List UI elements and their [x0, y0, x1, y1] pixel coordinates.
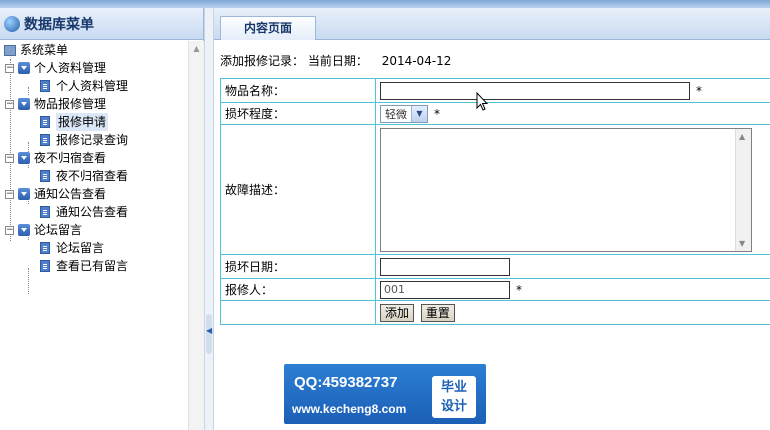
scroll-up-icon[interactable]: ▲: [191, 43, 202, 54]
folder-icon: [18, 152, 30, 164]
top-strip: [0, 0, 770, 8]
tree-group-label: 夜不归宿查看: [34, 151, 107, 165]
tree-group-personal[interactable]: − 个人资料管理: [5, 59, 106, 77]
required-mark: *: [516, 282, 522, 297]
collapse-left-icon[interactable]: ◀: [206, 326, 212, 335]
tree-item-label: 报修记录查询: [56, 133, 129, 147]
left-menu-panel: 数据库菜单 系统菜单 − 个人资料管理 个人资料管理 − 物品报修管理 报修申请…: [0, 8, 204, 430]
chevron-down-icon[interactable]: ▼: [411, 105, 427, 122]
collapse-icon[interactable]: −: [5, 153, 14, 163]
actions-label-cell: [220, 300, 376, 325]
tab-content-page[interactable]: 内容页面: [220, 16, 316, 40]
folder-icon: [18, 98, 30, 110]
folder-icon: [18, 62, 30, 74]
damage-level-select[interactable]: 轻微 ▼: [380, 104, 428, 123]
tree-group-notice[interactable]: − 通知公告查看: [5, 185, 106, 203]
folder-icon: [18, 188, 30, 200]
tree-group-label: 物品报修管理: [34, 97, 107, 111]
tree-item-label: 夜不归宿查看: [56, 169, 129, 183]
tree-line: [28, 87, 29, 95]
folder-icon: [18, 224, 30, 236]
tree-item-repair-apply[interactable]: 报修申请: [40, 113, 109, 131]
tree-item-label: 查看已有留言: [56, 259, 129, 273]
reporter-input[interactable]: 001: [380, 280, 510, 299]
tree-root-label: 系统菜单: [20, 43, 69, 57]
panel-splitter[interactable]: ◀: [204, 8, 214, 430]
tree-item-label: 报修申请: [56, 113, 109, 131]
menu-header: 数据库菜单: [0, 8, 203, 40]
collapse-icon[interactable]: −: [5, 99, 14, 109]
current-date-label: 当前日期：: [307, 54, 368, 68]
watermark-banner: QQ:459382737 www.kecheng8.com 毕业 设计: [284, 364, 486, 424]
reset-button[interactable]: 重置: [420, 303, 455, 322]
repair-form: 物品名称： * 损坏程度： 轻微 ▼ * 故障描述： ▲ ▼ 损坏日期： 报修人…: [220, 78, 770, 325]
computer-icon: [4, 44, 16, 56]
fault-description-textarea[interactable]: ▲ ▼: [380, 127, 752, 252]
document-icon: [40, 80, 50, 92]
document-icon: [40, 134, 50, 146]
mouse-pointer-icon: [476, 92, 488, 111]
watermark-badge-line2: 设计: [440, 399, 467, 414]
required-mark: *: [434, 106, 440, 121]
document-icon: [40, 170, 50, 182]
collapse-icon[interactable]: −: [5, 225, 14, 235]
damage-date-label: 损坏日期：: [220, 254, 376, 279]
tree-item-label: 论坛留言: [56, 241, 105, 255]
tab-bar: 内容页面: [214, 8, 770, 40]
scroll-up-icon[interactable]: ▲: [739, 132, 745, 141]
tree-line: [28, 268, 29, 294]
document-icon: [40, 242, 50, 254]
current-date-value: 2014-04-12: [381, 54, 452, 68]
tree-group-forum[interactable]: − 论坛留言: [5, 221, 82, 239]
fault-description-label: 故障描述：: [220, 124, 376, 255]
document-icon: [40, 206, 50, 218]
tree-root[interactable]: 系统菜单: [4, 41, 68, 59]
damage-level-label: 损坏程度：: [220, 102, 376, 125]
tree-group-overnight[interactable]: − 夜不归宿查看: [5, 149, 106, 167]
damage-level-value: 轻微: [385, 107, 407, 121]
tree-item-label: 个人资料管理: [56, 79, 129, 93]
item-name-label: 物品名称：: [220, 78, 376, 103]
collapse-icon[interactable]: −: [5, 189, 14, 199]
watermark-url: www.kecheng8.com: [292, 402, 407, 416]
menu-scrollbar[interactable]: ▲: [188, 41, 204, 430]
required-mark: *: [696, 83, 702, 98]
tree-group-label: 个人资料管理: [34, 61, 107, 75]
menu-tree: 系统菜单 − 个人资料管理 个人资料管理 − 物品报修管理 报修申请 报修记录查…: [0, 41, 188, 430]
tree-item-overnight-view[interactable]: 夜不归宿查看: [40, 167, 128, 185]
globe-icon: [4, 15, 20, 32]
tree-group-label: 论坛留言: [34, 223, 83, 237]
collapse-icon[interactable]: −: [5, 63, 14, 73]
document-icon: [40, 260, 50, 272]
tree-group-label: 通知公告查看: [34, 187, 107, 201]
watermark-badge: 毕业 设计: [432, 376, 476, 418]
scroll-down-icon[interactable]: ▼: [739, 239, 745, 248]
watermark-qq: QQ:459382737: [294, 374, 398, 391]
tree-item-repair-query[interactable]: 报修记录查询: [40, 131, 128, 149]
document-icon: [40, 116, 50, 128]
item-name-input[interactable]: [380, 81, 690, 100]
add-button[interactable]: 添加: [380, 303, 415, 322]
watermark-badge-line1: 毕业: [440, 380, 467, 395]
menu-title: 数据库菜单: [24, 16, 94, 33]
form-caption-text: 添加报修记录：: [220, 54, 305, 68]
tree-item-forum-view[interactable]: 查看已有留言: [40, 257, 128, 275]
form-caption: 添加报修记录： 当前日期： 2014-04-12: [220, 52, 451, 69]
tree-item-forum-post[interactable]: 论坛留言: [40, 239, 104, 257]
tree-item-notice-view[interactable]: 通知公告查看: [40, 203, 128, 221]
tree-item-label: 通知公告查看: [56, 205, 129, 219]
tree-item-personal-profile[interactable]: 个人资料管理: [40, 77, 128, 95]
reporter-label: 报修人：: [220, 278, 376, 301]
tree-group-repair[interactable]: − 物品报修管理: [5, 95, 106, 113]
damage-date-input[interactable]: [380, 257, 510, 276]
textarea-scrollbar[interactable]: ▲ ▼: [735, 128, 751, 251]
